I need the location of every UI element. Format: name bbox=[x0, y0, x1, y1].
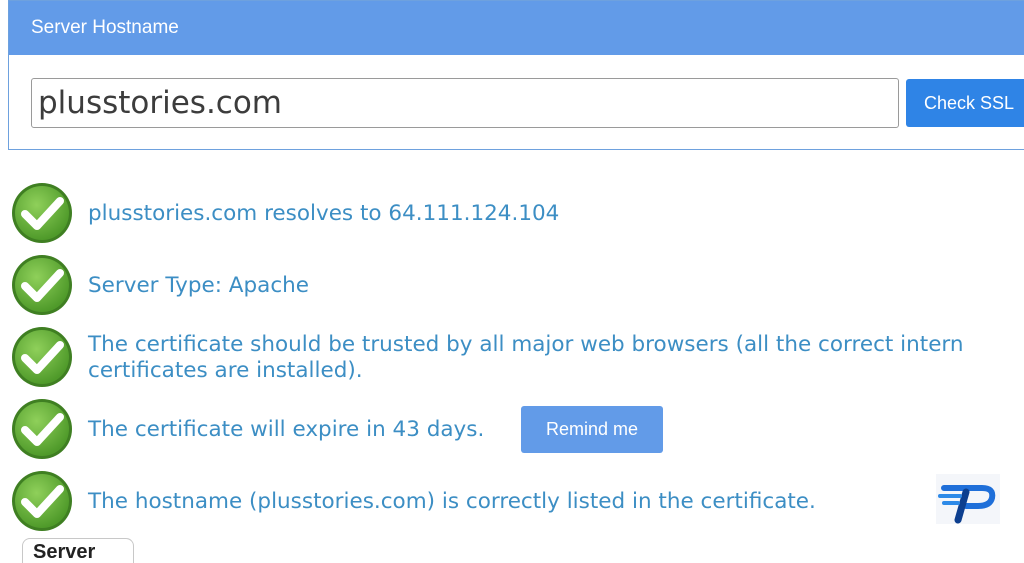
result-text: The certificate will expire in 43 days. bbox=[88, 417, 484, 443]
result-line: The hostname (plusstories.com) is correc… bbox=[88, 489, 816, 514]
result-item: The hostname (plusstories.com) is correc… bbox=[10, 469, 816, 533]
result-text: plusstories.com resolves to 64.111.124.1… bbox=[88, 201, 559, 227]
hostname-input[interactable] bbox=[31, 78, 899, 128]
result-item: plusstories.com resolves to 64.111.124.1… bbox=[10, 181, 559, 245]
checkmark-circle-icon bbox=[12, 471, 72, 531]
result-line: The certificate should be trusted by all… bbox=[88, 332, 964, 357]
checkmark-circle-icon bbox=[12, 399, 72, 459]
result-line: certificates are installed). bbox=[88, 358, 363, 383]
server-tab-label: Server bbox=[33, 541, 96, 563]
result-item: The certificate should be trusted by all… bbox=[10, 325, 964, 389]
result-line: plusstories.com resolves to 64.111.124.1… bbox=[88, 201, 560, 226]
checkmark-circle-icon bbox=[12, 327, 72, 387]
result-item: The certificate will expire in 43 days. bbox=[10, 397, 484, 461]
result-text: Server Type: Apache bbox=[88, 273, 309, 299]
checkmark-circle-icon bbox=[12, 183, 72, 243]
remind-me-button[interactable]: Remind me bbox=[521, 406, 663, 453]
site-logo-icon bbox=[936, 474, 1000, 524]
result-item: Server Type: Apache bbox=[10, 253, 309, 317]
result-line: Server Type: Apache bbox=[88, 273, 310, 298]
result-line: The certificate will expire in 43 days. bbox=[88, 417, 485, 442]
checkmark-circle-icon bbox=[12, 255, 72, 315]
server-tab[interactable]: Server bbox=[22, 538, 134, 563]
check-ssl-button[interactable]: Check SSL bbox=[906, 79, 1024, 127]
result-text: The hostname (plusstories.com) is correc… bbox=[88, 489, 816, 515]
result-text: The certificate should be trusted by all… bbox=[88, 332, 964, 384]
server-hostname-panel: Server Hostname Check SSL bbox=[8, 0, 1024, 150]
panel-header: Server Hostname bbox=[9, 1, 1024, 55]
